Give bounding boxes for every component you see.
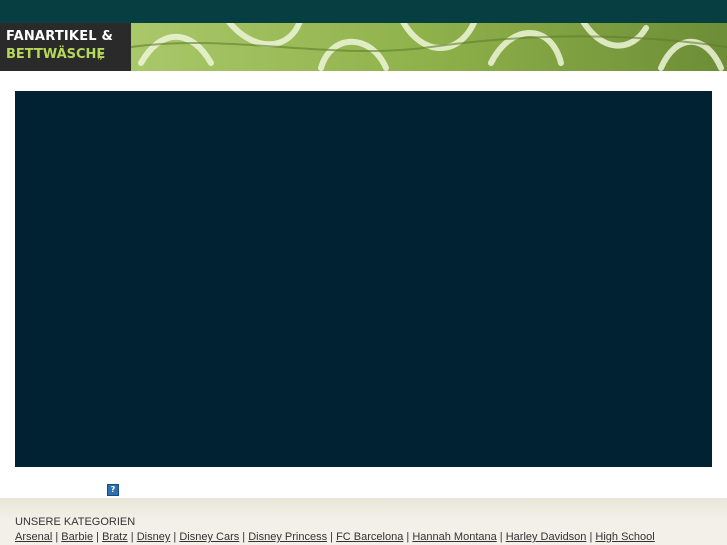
logo-text-line2: BETTWÄSCHE — [6, 47, 106, 62]
category-link-barbie[interactable]: Barbie — [61, 531, 93, 543]
category-separator: | — [170, 531, 180, 543]
category-separator: | — [127, 531, 137, 543]
footer: UNSERE KATEGORIEN Arsenal | Barbie | Bra… — [0, 498, 727, 545]
site-header: FANARTIKEL & BETTWÄSCHE .de — [0, 23, 727, 71]
site-logo[interactable]: FANARTIKEL & BETTWÄSCHE .de — [0, 23, 131, 71]
category-separator: | — [327, 531, 337, 543]
logo-tld: .de — [96, 49, 104, 60]
category-link-bratz[interactable]: Bratz — [102, 531, 128, 543]
category-link-high-school[interactable]: High School — [595, 531, 654, 543]
category-separator: | — [239, 531, 249, 543]
category-link-hannah-montana[interactable]: Hannah Montana — [412, 531, 496, 543]
category-separator: | — [52, 531, 62, 543]
category-link-disney-princess[interactable]: Disney Princess — [248, 531, 327, 543]
main-content-panel — [15, 91, 712, 467]
categories-heading: UNSERE KATEGORIEN — [15, 516, 136, 528]
header-banner-image — [131, 23, 727, 71]
category-separator: | — [496, 531, 506, 543]
logo-text-line1: FANARTIKEL & — [6, 29, 114, 44]
category-link-disney-cars[interactable]: Disney Cars — [179, 531, 239, 543]
category-link-disney[interactable]: Disney — [137, 531, 171, 543]
category-separator: | — [93, 531, 103, 543]
category-list: Arsenal | Barbie | Bratz | Disney | Disn… — [15, 531, 655, 543]
category-link-harley-davidson[interactable]: Harley Davidson — [506, 531, 587, 543]
top-bar — [0, 0, 727, 23]
category-link-arsenal[interactable]: Arsenal — [15, 531, 52, 543]
category-separator: | — [403, 531, 413, 543]
category-link-fc-barcelona[interactable]: FC Barcelona — [336, 531, 403, 543]
question-mark-icon[interactable]: ? — [107, 484, 119, 496]
neon-banner-graphic — [131, 23, 727, 71]
